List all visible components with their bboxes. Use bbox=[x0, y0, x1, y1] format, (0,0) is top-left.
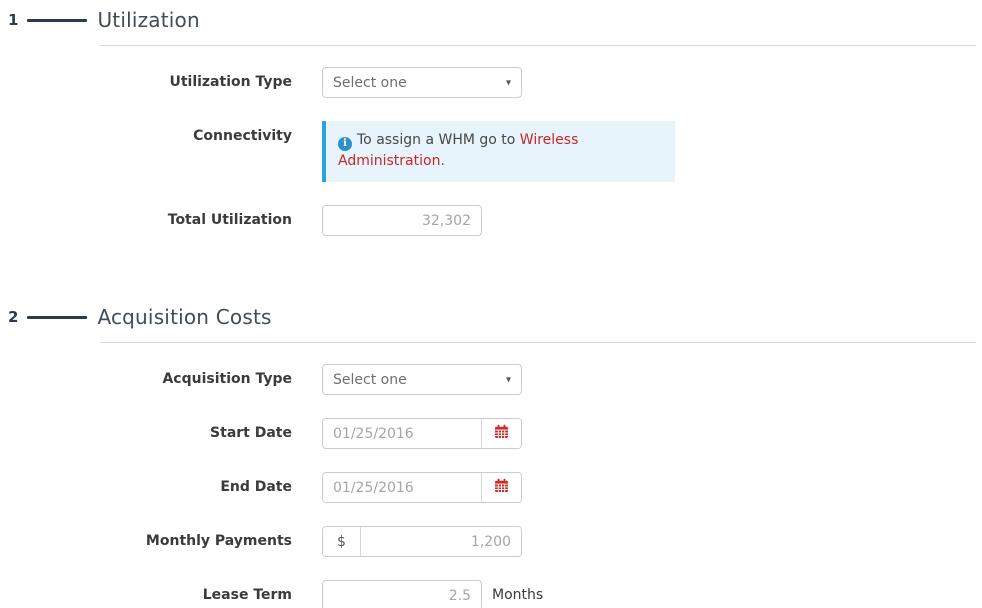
row-end-date: End Date bbox=[8, 472, 982, 503]
start-date-input[interactable] bbox=[323, 419, 481, 448]
section-acquisition-costs: 2 Acquisition Costs Acquisition Type Sel… bbox=[8, 303, 982, 608]
row-total-utilization: Total Utilization bbox=[8, 205, 982, 236]
end-date-label: End Date bbox=[8, 472, 292, 503]
total-utilization-input[interactable] bbox=[322, 205, 482, 236]
section-title-acquisition-costs: Acquisition Costs bbox=[97, 305, 271, 329]
form-page: 1 Utilization Utilization Type Select on… bbox=[0, 0, 982, 608]
calendar-icon bbox=[494, 478, 509, 497]
end-date-group bbox=[322, 472, 522, 503]
info-suffix: . bbox=[440, 153, 444, 169]
chevron-down-icon: ▾ bbox=[506, 77, 511, 88]
acquisition-type-select[interactable]: Select one ▾ bbox=[322, 364, 522, 395]
utilization-type-select[interactable]: Select one ▾ bbox=[322, 67, 522, 98]
acquisition-type-label: Acquisition Type bbox=[8, 364, 292, 395]
info-icon: i bbox=[338, 137, 352, 151]
acquisition-type-selected-value: Select one bbox=[333, 372, 407, 388]
lease-term-label: Lease Term bbox=[8, 580, 292, 608]
section-divider bbox=[100, 342, 976, 343]
section-title-utilization: Utilization bbox=[97, 8, 199, 32]
row-utilization-type: Utilization Type Select one ▾ bbox=[8, 67, 982, 98]
currency-prefix: $ bbox=[323, 527, 361, 556]
section-utilization-header: 1 Utilization bbox=[8, 6, 982, 34]
row-start-date: Start Date bbox=[8, 418, 982, 449]
lease-term-unit-label: Months bbox=[492, 580, 543, 608]
start-date-calendar-button[interactable] bbox=[481, 419, 521, 448]
start-date-label: Start Date bbox=[8, 418, 292, 449]
connectivity-label: Connectivity bbox=[8, 121, 292, 152]
monthly-payments-group: $ bbox=[322, 526, 522, 557]
row-monthly-payments: Monthly Payments $ bbox=[8, 526, 982, 557]
step-line bbox=[27, 316, 87, 319]
row-lease-term: Lease Term Months bbox=[8, 580, 982, 608]
row-acquisition-type: Acquisition Type Select one ▾ bbox=[8, 364, 982, 395]
utilization-type-selected-value: Select one bbox=[333, 75, 407, 91]
end-date-input[interactable] bbox=[323, 473, 481, 502]
connectivity-info-box: iTo assign a WHM go to Wireless Administ… bbox=[322, 121, 675, 182]
calendar-icon bbox=[494, 424, 509, 443]
step-number-2: 2 bbox=[8, 303, 18, 331]
utilization-type-label: Utilization Type bbox=[8, 67, 292, 98]
section-divider bbox=[100, 45, 976, 46]
total-utilization-label: Total Utilization bbox=[8, 205, 292, 236]
step-line bbox=[27, 19, 87, 22]
section-acquisition-header: 2 Acquisition Costs bbox=[8, 303, 982, 331]
connectivity-info-text: To assign a WHM go to bbox=[357, 132, 520, 148]
chevron-down-icon: ▾ bbox=[506, 374, 511, 385]
monthly-payments-label: Monthly Payments bbox=[8, 526, 292, 557]
end-date-calendar-button[interactable] bbox=[481, 473, 521, 502]
step-number-1: 1 bbox=[8, 6, 18, 34]
start-date-group bbox=[322, 418, 522, 449]
section-utilization: 1 Utilization Utilization Type Select on… bbox=[8, 6, 982, 236]
lease-term-input[interactable] bbox=[322, 580, 482, 608]
monthly-payments-input[interactable] bbox=[361, 527, 521, 556]
row-connectivity: Connectivity iTo assign a WHM go to Wire… bbox=[8, 121, 982, 182]
